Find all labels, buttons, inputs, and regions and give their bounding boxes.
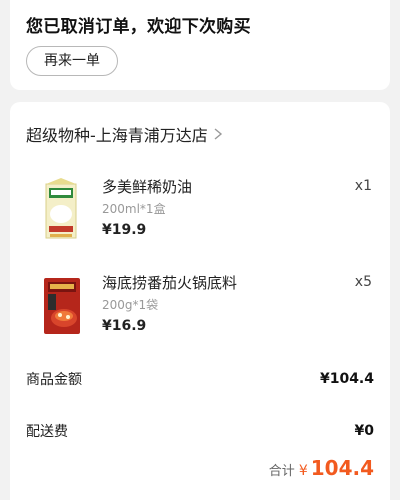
cream-carton-thumbnail [45,178,77,239]
total-currency: ¥ [298,463,308,479]
total-amount: 104.4 [310,456,374,480]
store-link[interactable]: 超级物种-上海青浦万达店 [26,122,224,146]
store-name: 超级物种-上海青浦万达店 [26,126,208,145]
reorder-button[interactable]: 再来一单 [26,46,118,76]
order-item[interactable]: 海底捞番茄火锅底料 200g*1袋 ¥16.9 x5 [10,270,390,350]
order-status-card: 您已取消订单，欢迎下次购买 再来一单 [10,0,390,90]
item-spec: 200ml*1盒 [102,202,166,216]
goods-amount-row: 商品金额 ¥104.4 [26,368,374,390]
order-status-title: 您已取消订单，欢迎下次购买 [26,17,251,37]
total-label: 合计 [268,464,295,479]
order-item[interactable]: 多美鲜稀奶油 200ml*1盒 ¥19.9 x1 [10,174,390,254]
order-total: 合计 ¥ 104.4 [269,456,374,480]
item-name: 海底捞番茄火锅底料 [102,274,238,292]
goods-amount-label: 商品金额 [26,372,82,388]
delivery-fee-value: ¥0 [354,423,374,439]
item-name: 多美鲜稀奶油 [102,178,193,196]
goods-amount-value: ¥104.4 [319,371,374,387]
delivery-fee-row: 配送费 ¥0 [26,420,374,442]
order-detail-card: 超级物种-上海青浦万达店 多美鲜稀奶油 200ml*1盒 ¥19.9 x1 海底… [10,102,390,500]
item-spec: 200g*1袋 [102,298,159,312]
delivery-fee-label: 配送费 [26,424,68,440]
item-quantity: x1 [354,178,372,194]
chevron-right-icon [214,128,222,140]
item-price: ¥19.9 [102,222,147,238]
item-price: ¥16.9 [102,318,147,334]
hotpot-base-thumbnail [44,278,80,334]
item-quantity: x5 [354,274,372,290]
